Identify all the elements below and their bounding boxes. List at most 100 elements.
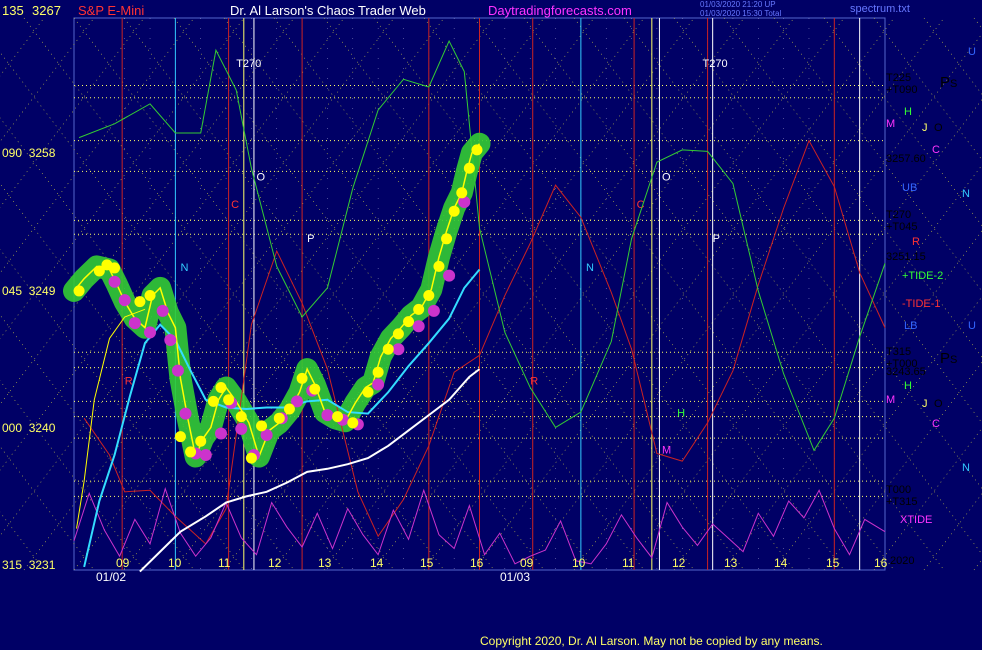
price-dot <box>185 446 197 458</box>
diagonal-line <box>923 17 982 95</box>
diagonal-line <box>0 51 395 571</box>
marker-ps-1: PS <box>940 74 958 91</box>
price-dot <box>195 435 207 447</box>
price-dot <box>215 382 227 394</box>
price-dot <box>332 411 344 423</box>
price-dot <box>207 395 219 407</box>
chart-annotation: M <box>662 444 671 456</box>
price-dot <box>144 290 156 302</box>
price-dot <box>372 366 384 378</box>
x-tick: 10 <box>572 556 586 570</box>
price-dot <box>174 431 186 443</box>
magenta-dot <box>179 407 192 420</box>
price-dot <box>441 233 453 245</box>
price-dot <box>245 452 257 464</box>
marker-h-2: H <box>904 380 912 392</box>
diagonal-line <box>973 558 982 571</box>
x-tick: 14 <box>370 556 384 570</box>
magenta-dot <box>164 334 177 346</box>
marker-u-2: U <box>968 320 976 332</box>
price-dot <box>347 417 359 429</box>
diagonal-line <box>623 98 982 571</box>
price-dot <box>403 316 415 328</box>
diagonal-line <box>623 17 982 490</box>
magenta-dot <box>118 294 131 307</box>
price-dot <box>73 285 85 297</box>
magenta-dot <box>156 304 169 317</box>
marker-h-1: H <box>904 106 912 118</box>
diagonal-line <box>673 164 982 571</box>
right-label-t315b: +T315 <box>886 496 918 508</box>
marker-u-1: U <box>968 46 976 58</box>
header-y-top-left: 135 <box>2 3 24 18</box>
magenta-dot <box>128 317 141 330</box>
marker-lb: LB <box>904 320 918 332</box>
price-dot <box>134 296 146 308</box>
right-label-t270: T270 <box>886 209 912 221</box>
x-tick: 12 <box>268 556 282 570</box>
magenta-dot <box>427 304 440 317</box>
x-tick: 11 <box>218 556 231 570</box>
marker-n-1: N <box>962 188 970 200</box>
price-dot <box>413 303 425 315</box>
price-dot <box>223 394 235 406</box>
date-label-day2: 01/03 <box>500 570 531 584</box>
price-dot <box>309 383 321 395</box>
magenta-dot <box>214 427 227 440</box>
y-tick-3240: 000 3240 <box>2 421 56 435</box>
price-dot <box>463 162 475 174</box>
right-label-3243: 3243.65 <box>886 366 926 378</box>
chart-annotation: N <box>586 262 594 274</box>
price-dot <box>235 411 247 423</box>
magenta-dot <box>171 364 184 377</box>
right-label-tide2: +TIDE-2 <box>902 270 944 282</box>
marker-ps-2: PS <box>940 350 958 367</box>
date-label-day1: 01/02 <box>96 570 127 584</box>
chart-annotation: R <box>125 375 133 387</box>
right-label-t090: +T090 <box>886 84 918 96</box>
price-dot <box>273 412 285 424</box>
chart-annotation: H <box>677 408 685 420</box>
chart-annotation: T270 <box>236 58 261 70</box>
x-tick: 14 <box>774 556 788 570</box>
chart-annotation: C <box>637 199 645 211</box>
diagonal-line <box>673 17 982 424</box>
price-dot <box>448 205 460 217</box>
diagonal-line <box>0 17 395 537</box>
chart-annotation: T270 <box>703 58 728 70</box>
marker-n-2: N <box>962 462 970 474</box>
site-link[interactable]: Daytradingforecasts.com <box>488 3 632 18</box>
marker-j-1: J <box>922 122 928 134</box>
diagonal-line <box>773 296 982 571</box>
right-label-tide1: -TIDE-1 <box>902 298 941 310</box>
chart-annotation: C <box>231 199 239 211</box>
price-dot <box>433 260 445 272</box>
right-label-t225: T225 <box>886 72 912 84</box>
magenta-dot <box>372 378 385 391</box>
chart-annotation: O <box>662 172 671 184</box>
diagonal-line <box>723 230 982 571</box>
series-line <box>76 308 146 529</box>
right-label-3251: 3251.15 <box>886 251 926 263</box>
price-dot <box>382 343 394 355</box>
right-label-t315: T315 <box>886 346 912 358</box>
marker-c-1: C <box>932 144 940 156</box>
x-tick: 12 <box>672 556 686 570</box>
y-tick-3249: 045 3249 <box>2 284 56 298</box>
price-dot <box>256 420 268 432</box>
magenta-dot <box>199 449 212 461</box>
x-tick: 10 <box>168 556 182 570</box>
marker-m-1: M <box>886 118 896 130</box>
diagonal-line <box>923 493 982 571</box>
chart-annotation: P <box>713 233 720 245</box>
timestamp-2: 01/03/2020 15:30 Total <box>700 9 782 18</box>
price-dot <box>362 386 374 398</box>
x-tick: 16 <box>874 556 888 570</box>
right-label-3257: 3257.60 <box>886 153 926 165</box>
x-tick: 09 <box>520 556 534 570</box>
timestamp-1: 01/03/2020 21:20 UP <box>700 0 776 9</box>
diagonal-line <box>973 17 982 30</box>
source-file-label: spectrum.txt <box>850 3 910 15</box>
x-tick: 15 <box>826 556 840 570</box>
marker-c-2: C <box>932 418 940 430</box>
